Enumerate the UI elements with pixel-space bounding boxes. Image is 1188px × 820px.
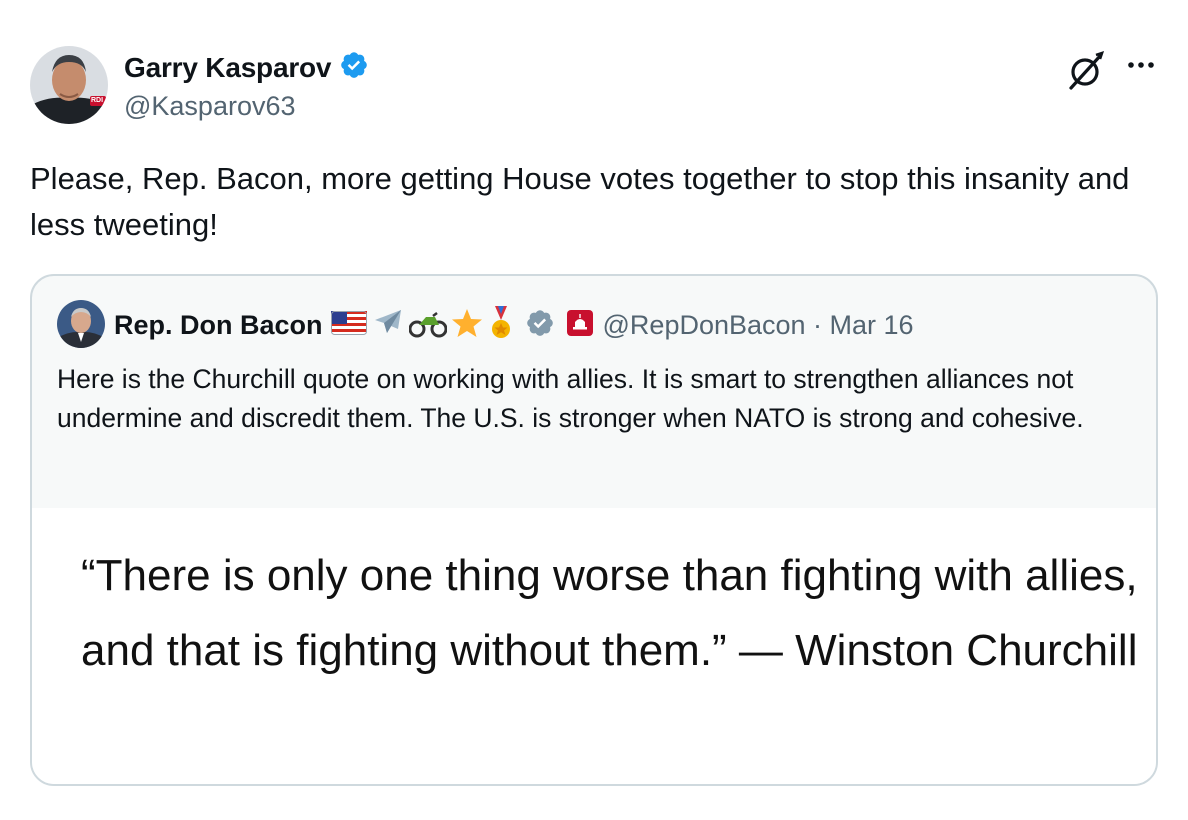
tweet-text: Please, Rep. Bacon, more getting House v… bbox=[30, 161, 1130, 242]
star-icon bbox=[451, 307, 483, 344]
gray-verified-badge-icon bbox=[525, 308, 555, 343]
author-name[interactable]: Garry Kasparov bbox=[124, 52, 332, 84]
quoted-author-avatar[interactable] bbox=[57, 300, 105, 348]
us-flag-icon bbox=[330, 311, 367, 340]
verified-badge-icon bbox=[339, 50, 369, 85]
medal-icon bbox=[487, 306, 515, 345]
author-avatar[interactable]: RDI bbox=[30, 46, 108, 124]
quoted-author-name[interactable]: Rep. Don Bacon bbox=[114, 310, 323, 341]
quoted-header-row: Rep. Don Bacon @RepDonBacon · Mar 16 bbox=[114, 306, 914, 345]
quoted-author-emojis bbox=[330, 306, 593, 345]
quote-image-text: “There is only one thing worse than figh… bbox=[81, 551, 1138, 675]
grok-icon[interactable] bbox=[1066, 50, 1106, 90]
motorcycle-icon bbox=[408, 308, 448, 343]
avatar-badge-text: RDI bbox=[91, 97, 104, 104]
airplane-icon bbox=[371, 306, 405, 345]
author-name-row: Garry Kasparov bbox=[124, 50, 369, 85]
quoted-tweet-card[interactable]: Rep. Don Bacon @RepDonBacon · Mar 16 Her… bbox=[30, 274, 1158, 786]
more-options-icon[interactable] bbox=[1122, 50, 1162, 80]
quoted-tweet-text: Here is the Churchill quote on working w… bbox=[57, 364, 1084, 433]
author-handle[interactable]: @Kasparov63 bbox=[124, 91, 296, 122]
congress-badge-icon bbox=[566, 310, 593, 341]
quoted-handle-date[interactable]: @RepDonBacon · Mar 16 bbox=[603, 310, 914, 341]
quoted-image[interactable]: “There is only one thing worse than figh… bbox=[32, 508, 1156, 784]
